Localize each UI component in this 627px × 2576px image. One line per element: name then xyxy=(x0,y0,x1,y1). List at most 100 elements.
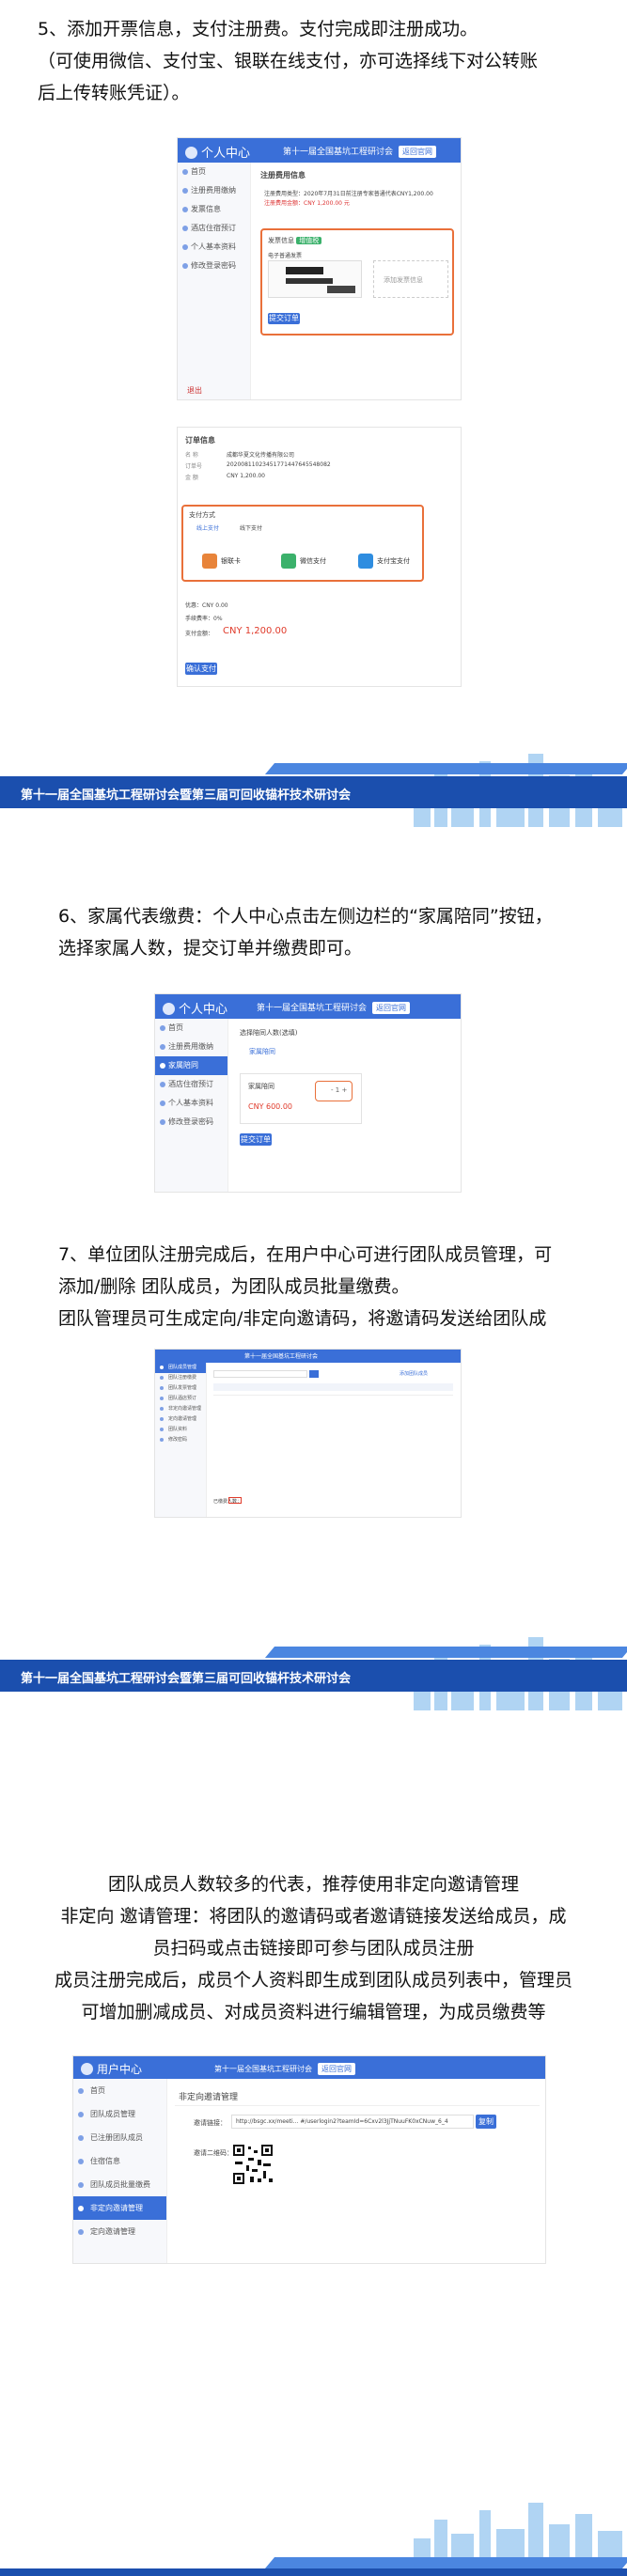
pay-title: 支付方式 xyxy=(189,511,215,519)
fee-icon xyxy=(182,188,188,194)
invite-line5: 可增加删减成员、对成员资料进行编辑管理，为成员缴费等 xyxy=(81,2002,546,2022)
sidebar-item-open-invite[interactable]: 非定向邀请管理 xyxy=(73,2196,166,2220)
link-label: 邀请链接： xyxy=(194,2119,227,2127)
search-input[interactable] xyxy=(213,1370,307,1378)
section-title: 注册费用信息 xyxy=(260,171,306,180)
home-icon xyxy=(182,169,188,175)
qty-stepper[interactable]: - 1 + xyxy=(331,1086,347,1094)
invite-line4: 成员注册完成后，成员个人资料即生成到团队成员列表中，管理员 xyxy=(54,1970,572,1991)
sidebar-item-home[interactable]: 首页 xyxy=(73,2079,166,2102)
sidebar-item-family[interactable]: 家属陪同 xyxy=(155,1056,227,1075)
sidebar-item-invoice[interactable]: 团队发票管理 xyxy=(155,1383,206,1394)
sidebar-item-hotel[interactable]: 团队酒店预订 xyxy=(155,1394,206,1404)
screenshot-team: 第十一届全国基坑工程研讨会 团队成员管理 团队注册缴费 团队发票管理 团队酒店预… xyxy=(155,1350,461,1517)
sidebar-item-hotel[interactable]: 酒店住宿预订 xyxy=(178,219,250,238)
qr-code-icon xyxy=(231,2143,274,2186)
qr-label: 邀请二维码： xyxy=(194,2149,233,2157)
screenshot-payment: 订单信息 名 称 成都华夏文化传播有限公司 订单号 20200811023451… xyxy=(178,428,461,686)
total-label: 支付金额： xyxy=(185,631,214,637)
submit-order-button[interactable]: 提交订单 xyxy=(240,1133,272,1146)
invoice-card[interactable] xyxy=(268,260,362,298)
confirm-pay-button[interactable]: 确认支付 xyxy=(185,663,217,675)
copy-link-button[interactable]: 复制 xyxy=(476,2115,496,2129)
top-bar: 用户中心 第十一届全国基坑工程研讨会 返回官网 xyxy=(73,2056,545,2079)
order-title: 订单信息 xyxy=(185,436,215,445)
back-site-button[interactable]: 返回官网 xyxy=(399,146,437,158)
logout-link[interactable]: 退出 xyxy=(187,385,202,396)
brand: 个人中心 xyxy=(185,143,250,161)
family-price: CNY 600.00 xyxy=(248,1102,292,1111)
back-site-button[interactable]: 返回官网 xyxy=(318,2063,355,2075)
hotel-icon xyxy=(160,1082,165,1087)
redacted-block xyxy=(286,267,323,274)
sidebar-item-direct-invite[interactable]: 定向邀请管理 xyxy=(155,1414,206,1425)
sidebar-item-invoice[interactable]: 发票信息 xyxy=(178,200,250,219)
sidebar-item-profile[interactable]: 个人基本资料 xyxy=(178,238,250,257)
step6-line2: 选择家属人数，提交订单并缴费即可。 xyxy=(58,938,363,959)
add-member-button[interactable]: 添加团队成员 xyxy=(400,1370,428,1377)
fee-icon xyxy=(160,1044,165,1050)
add-invoice-card[interactable]: 添加发票信息 xyxy=(373,260,448,298)
family-icon xyxy=(160,1063,165,1069)
wechat-option[interactable]: 微信支付 xyxy=(281,554,326,569)
fee-line2: 注册费用金额：CNY 1,200.00 元 xyxy=(264,200,350,207)
sidebar-item-direct-invite[interactable]: 定向邀请管理 xyxy=(73,2220,166,2243)
conference-banner: 第十一届全国基坑工程研讨会暨第三届可回收锚杆技术研讨会 xyxy=(0,1598,627,1710)
hotel-icon xyxy=(160,1397,164,1400)
mail-icon xyxy=(160,1417,164,1421)
add-invoice-label: 添加发票信息 xyxy=(384,276,423,284)
sidebar-item-password[interactable]: 修改登录密码 xyxy=(155,1113,227,1132)
redacted-block xyxy=(327,286,355,293)
pay-online-tab[interactable]: 线上支付 xyxy=(196,523,219,532)
screenshot-family: 个人中心 第十一届全国基坑工程研讨会 返回官网 首页 注册费用缴纳 家属陪同 酒店… xyxy=(155,994,461,1192)
submit-order-button[interactable]: 提交订单 xyxy=(268,313,300,324)
pay-offline-tab[interactable]: 线下支付 xyxy=(240,523,262,532)
sidebar-item-open-invite[interactable]: 非定向邀请管理 xyxy=(155,1404,206,1414)
screenshot-registration-fee: 个人中心 第十一届全国基坑工程研讨会 返回官网 首页 注册费用缴纳 发票信息 酒店… xyxy=(178,138,461,399)
alipay-icon xyxy=(358,554,373,569)
link-icon xyxy=(160,1407,164,1411)
unionpay-option[interactable]: 银联卡 xyxy=(202,554,241,569)
invite-title: 非定向邀请管理 xyxy=(179,2093,239,2102)
family-card: 家属陪同 CNY 600.00 - 1 + xyxy=(240,1073,362,1124)
pay-icon xyxy=(160,1376,164,1380)
sidebar-item-fee[interactable]: 注册费用缴纳 xyxy=(155,1038,227,1056)
lock-icon xyxy=(160,1438,164,1442)
member-table xyxy=(213,1395,453,1489)
top-bar: 个人中心 第十一届全国基坑工程研讨会 返回官网 xyxy=(155,994,461,1019)
invoice-icon xyxy=(160,1386,164,1390)
sidebar-item-batch-pay[interactable]: 团队成员批量缴费 xyxy=(73,2173,166,2196)
sidebar-item-password[interactable]: 修改密码 xyxy=(155,1435,206,1445)
sidebar-item-team[interactable]: 团队成员管理 xyxy=(155,1363,206,1373)
project-label: 第十一届全国基坑工程研讨会 返回官网 xyxy=(283,145,437,158)
sidebar-item-profile[interactable]: 个人基本资料 xyxy=(155,1094,227,1113)
sidebar-item-fee[interactable]: 注册费用缴纳 xyxy=(178,181,250,200)
banner-title: 第十一届全国基坑工程研讨会暨第三届可回收锚杆技术研讨会 xyxy=(21,788,352,803)
hotel-icon xyxy=(78,2159,84,2164)
sidebar-item-team[interactable]: 团队成员管理 xyxy=(73,2102,166,2126)
sidebar-item-pay[interactable]: 团队注册缴费 xyxy=(155,1373,206,1383)
discount-label: 优惠：CNY 0.00 xyxy=(185,602,228,609)
sidebar-item-hotel[interactable]: 住宿信息 xyxy=(73,2149,166,2173)
profile-icon xyxy=(182,244,188,250)
lock-icon xyxy=(182,263,188,269)
step5-line2: （可使用微信、支付宝、银联在线支付，亦可选择线下对公转账 xyxy=(38,51,539,71)
alipay-option[interactable]: 支付宝支付 xyxy=(358,554,410,569)
step5-line1: 5、添加开票信息，支付注册费。支付完成即注册成功。 xyxy=(38,19,478,39)
sidebar-item-registered[interactable]: 已注册团队成员 xyxy=(73,2126,166,2149)
step6-line1: 6、家属代表缴费：个人中心点击左侧边栏的“家属陪同”按钮， xyxy=(58,906,553,927)
sidebar-item-profile[interactable]: 团队资料 xyxy=(155,1425,206,1435)
wechat-icon xyxy=(281,554,296,569)
back-site-button[interactable]: 返回官网 xyxy=(372,1002,411,1014)
step5-line3: 后上传转账凭证）。 xyxy=(38,83,190,103)
search-button[interactable] xyxy=(309,1370,319,1378)
sidebar-item-home[interactable]: 首页 xyxy=(178,163,250,181)
pay-icon xyxy=(78,2182,84,2188)
invite-link-field[interactable]: http://bsgc.xx/meeti... #/userlogin2?tea… xyxy=(231,2115,474,2129)
invoice-highlight: 发票信息 增值税 电子普通发票 添加发票信息 提交订单 xyxy=(260,228,454,336)
banner-title: 第十一届全国基坑工程研讨会暨第三届可回收锚杆技术研讨会 xyxy=(21,1672,352,1686)
sidebar-item-home[interactable]: 首页 xyxy=(155,1019,227,1038)
sidebar-item-hotel[interactable]: 酒店住宿预订 xyxy=(155,1075,227,1094)
company-value: 成都华夏文化传播有限公司 xyxy=(227,452,295,459)
sidebar-item-password[interactable]: 修改登录密码 xyxy=(178,257,250,275)
